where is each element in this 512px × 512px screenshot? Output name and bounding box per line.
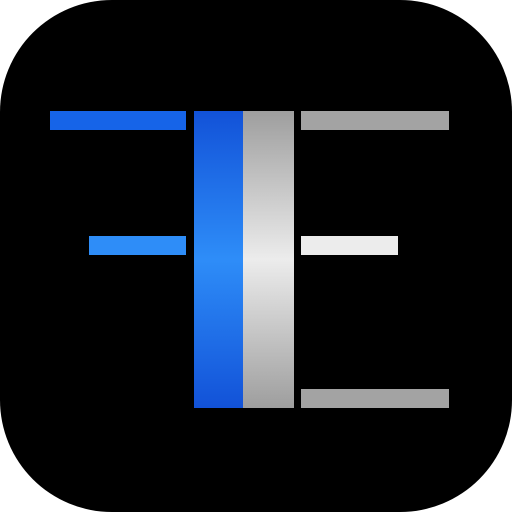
fe-monogram-icon: [0, 0, 512, 512]
blue-stem: [194, 111, 243, 408]
blue-middle-arm: [89, 236, 186, 255]
gray-middle-arm: [301, 236, 398, 255]
gray-top-arm: [301, 111, 449, 130]
gray-stem: [243, 111, 294, 408]
app-icon: [0, 0, 512, 512]
gray-bottom-arm: [301, 389, 449, 408]
blue-top-arm: [50, 111, 186, 130]
